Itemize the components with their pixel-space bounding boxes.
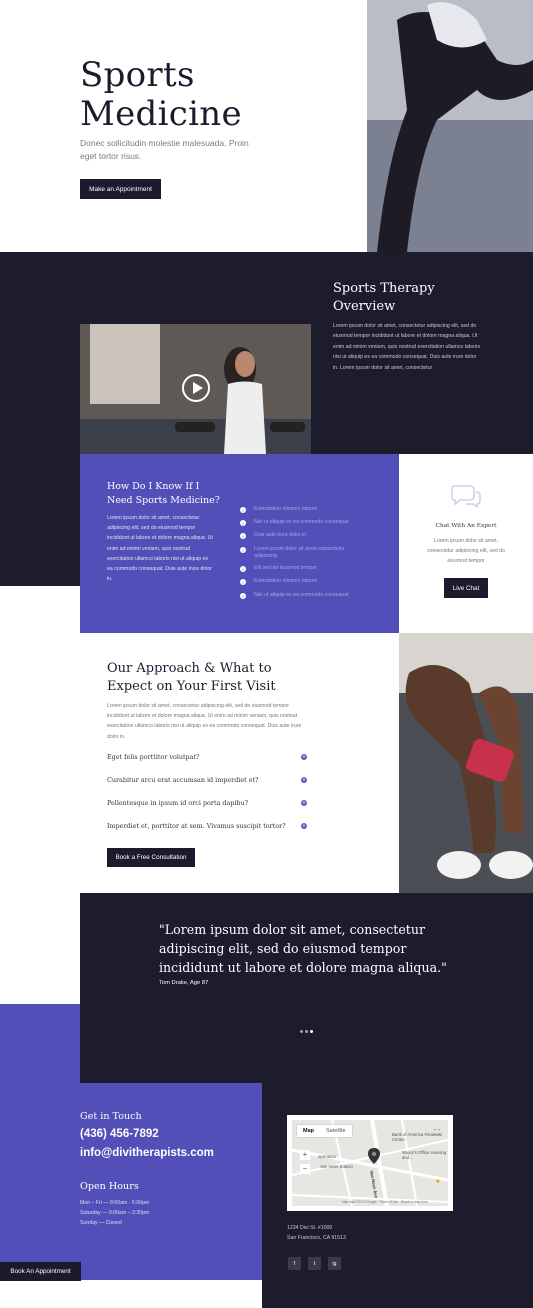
book-consultation-button[interactable]: Book a Free Consultation [107,848,195,867]
overview-video[interactable] [80,324,311,454]
faq-item[interactable]: Eget felis porttitor volutpat? + [107,753,307,761]
approach-text: Lorem ipsum dolor sit amet, consectetur … [107,703,302,740]
slider-dot[interactable] [305,1030,308,1033]
map-type-tabs[interactable]: Map Satellite [297,1125,352,1137]
map-label: operation [318,1154,336,1159]
checklist-label: Duis aute irure dolor in [254,532,307,538]
check-icon: ✓ [240,547,246,553]
check-icon: ✓ [240,520,246,526]
know-text: Lorem ipsum dolor sit amet, consectetur … [107,515,213,583]
hours-line: Sunday — Closed [80,1220,122,1226]
hero-title: Sports Medicine [80,55,242,134]
contact-title: Get in Touch [80,1111,142,1122]
checklist-item: ✓ Nisi ut aliquip ex ea commodo consequat [240,519,365,526]
approach-title: Our Approach & What to Expect on Your Fi… [107,661,276,694]
map-pin-icon[interactable] [368,1148,380,1164]
check-icon: ✓ [240,566,246,572]
plus-icon[interactable]: + [301,800,307,806]
live-chat-button[interactable]: Live Chat [444,578,488,598]
checklist-label: Elit sed do eiusmod tempor [254,565,317,571]
plus-icon[interactable]: + [301,754,307,760]
checklist-item: ✓ Elit sed do eiusmod tempor [240,565,365,572]
overview-text: Lorem ipsum dolor sit amet, consectetur … [333,323,481,371]
book-appointment-button[interactable]: Book An Appointment [0,1262,81,1281]
twitter-icon[interactable]: t [308,1257,321,1270]
testimonial-author: Tom Drake, Age 87 [159,980,209,986]
address-line-2: San Francisco, CA 91513 [287,1235,346,1241]
faq-question[interactable]: Curabitur arcu erat accumsan id imperdie… [107,776,258,784]
faq-question[interactable]: Imperdiet et, porttitor at sem. Vivamus … [107,822,286,830]
make-appointment-button[interactable]: Make an Appointment [80,179,161,199]
know-title: How Do I Know If I Need Sports Medicine? [107,481,220,506]
hours-line: Mon – Fri — 8:00am - 5:00pm [80,1200,150,1206]
faq-item[interactable]: Pellentesque in ipsum id orci porta dapi… [107,799,307,807]
hours-line: Saturday — 9:00am – 3:30pm [80,1210,150,1216]
checklist-label: Nisi ut aliquip ex ea commodo consequat [254,592,349,598]
check-icon: ✓ [240,507,246,513]
check-icon: ✓ [240,593,246,599]
street-view-icon[interactable]: ● [436,1178,440,1185]
phone-link[interactable]: (436) 456-7892 [80,1128,159,1140]
email-link[interactable]: info@divitherapists.com [80,1147,214,1159]
faq-item[interactable]: Imperdiet et, porttitor at sem. Vivamus … [107,822,307,830]
faq-question[interactable]: Eget felis porttitor volutpat? [107,753,199,761]
checklist-item: ✓ Lorem ipsum dolor sit amet consectetur … [240,546,365,559]
checklist-item: ✓ Nisi ut aliquip ex ea commodo consequat [240,592,365,599]
overview-title: Sports Therapy Overview [333,281,435,314]
instagram-icon[interactable]: ig [328,1257,341,1270]
checklist-item: ✓ Exercitation ullamco laboris [240,578,365,585]
location-map[interactable]: Map Satellite ⛶ Bank of America Financia… [287,1115,453,1211]
checklist-label: Nisi ut aliquip ex ea commodo consequat [254,519,349,525]
zoom-in-button[interactable]: + [300,1150,310,1160]
zoom-out-button[interactable]: − [300,1164,310,1174]
map-label: Bank of America Financial Center [392,1132,442,1142]
checklist-label: Exercitation ullamco laboris [254,578,318,584]
check-icon: ✓ [240,579,246,585]
address-line-1: 1234 Divi St. #1000 [287,1225,333,1231]
tab-satellite[interactable]: Satellite [320,1125,352,1137]
tab-map[interactable]: Map [297,1125,320,1137]
chat-text: Lorem ipsum dolor sit amet, consectetur … [427,538,505,565]
testimonial-quote: "Lorem ipsum dolor sit amet, consectetur… [159,922,447,975]
play-icon[interactable] [182,374,210,402]
checklist-item: ✓ Duis aute irure dolor in [240,532,365,539]
checklist-label: Exercitation ullamco laboris [254,506,318,512]
faq-item[interactable]: Curabitur arcu erat accumsan id imperdie… [107,776,307,784]
injury-photo [399,633,533,894]
slider-dot-active[interactable] [310,1030,313,1033]
hero-athlete-photo [367,0,533,252]
checklist-item: ✓ Exercitation ullamco laboris [240,506,365,513]
checklist-label: Lorem ipsum dolor sit amet consectetur a… [254,546,345,559]
plus-icon[interactable]: + [301,777,307,783]
check-icon: ✓ [240,533,246,539]
facebook-icon[interactable]: f [288,1257,301,1270]
plus-icon[interactable]: + [301,823,307,829]
hours-title: Open Hours [80,1181,139,1192]
faq-question[interactable]: Pellentesque in ipsum id orci porta dapi… [107,799,248,807]
map-label: Mayor's Office Housing and... [402,1150,447,1160]
hero-subtitle: Donec sollicitudin molestie malesuada. P… [80,138,249,161]
map-label: Van Ness Station [320,1164,353,1169]
chat-bubble-icon [451,485,481,509]
slider-dot[interactable] [300,1030,303,1033]
chat-title: Chat With An Expert [435,523,497,529]
map-footer: Map data ©2019 Google Terms of Use Repor… [342,1200,428,1204]
